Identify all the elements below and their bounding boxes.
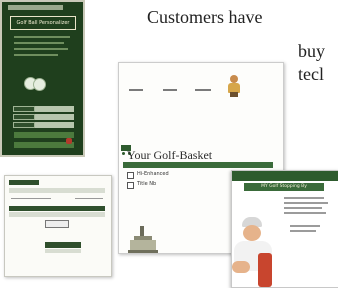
basket-table-header	[123, 162, 273, 168]
basket-item-label: Title Nb	[137, 181, 157, 187]
form-row	[9, 206, 105, 211]
tee-icon	[66, 138, 72, 144]
form-footer-bar	[45, 242, 81, 248]
form-footer-field[interactable]	[45, 249, 81, 253]
page-subtitle: MY Golf Stopping By	[244, 183, 324, 191]
caption-line-3: tecl	[298, 64, 324, 84]
page-text	[284, 207, 322, 209]
nav-link[interactable]	[195, 89, 211, 91]
panel-action-bar[interactable]	[14, 142, 74, 148]
panel-titlebar	[8, 5, 63, 10]
panel-action-bar[interactable]	[14, 132, 74, 138]
panel-banner: Golf Ball Personalizer	[10, 16, 76, 30]
basket-item-checkbox[interactable]	[127, 182, 134, 189]
submit-button[interactable]	[45, 220, 69, 228]
panel-text	[14, 36, 70, 38]
panel-text	[14, 42, 64, 44]
page-text	[284, 197, 324, 199]
golfer-page: MY Golf Stopping By	[231, 170, 338, 288]
basket-item-checkbox[interactable]	[127, 172, 134, 179]
panel-text	[14, 48, 68, 50]
golfer-mascot-icon	[227, 75, 241, 97]
panel-text	[14, 54, 58, 56]
panel-input-field[interactable]	[13, 114, 74, 120]
panel-input-field[interactable]	[13, 122, 74, 128]
page-text	[284, 212, 326, 214]
page-text	[290, 225, 320, 227]
caption-line-2: buy	[298, 41, 325, 61]
intro-text: Customers have buy tecl	[147, 6, 338, 84]
golf-ball-personalizer-panel: Golf Ball Personalizer	[0, 0, 85, 157]
form-row	[9, 188, 105, 193]
order-form-card	[4, 175, 112, 277]
golf-ball-icon	[24, 77, 46, 91]
nav-link[interactable]	[163, 89, 177, 91]
form-text	[75, 198, 103, 199]
form-header	[9, 180, 39, 185]
basket-title: Your Golf-Basket	[127, 148, 213, 162]
page-header	[232, 171, 338, 181]
page-text	[290, 230, 316, 232]
nav-link[interactable]	[129, 89, 143, 91]
form-row	[9, 212, 105, 217]
page-text	[284, 202, 328, 204]
basket-item-label: Hi-Enhanced	[137, 171, 169, 177]
clubhouse-logo-icon	[128, 226, 158, 256]
caption-line-1: Customers have	[147, 7, 263, 27]
golfer-photo	[232, 217, 274, 287]
panel-input-field[interactable]	[13, 106, 74, 112]
form-text	[11, 198, 51, 199]
